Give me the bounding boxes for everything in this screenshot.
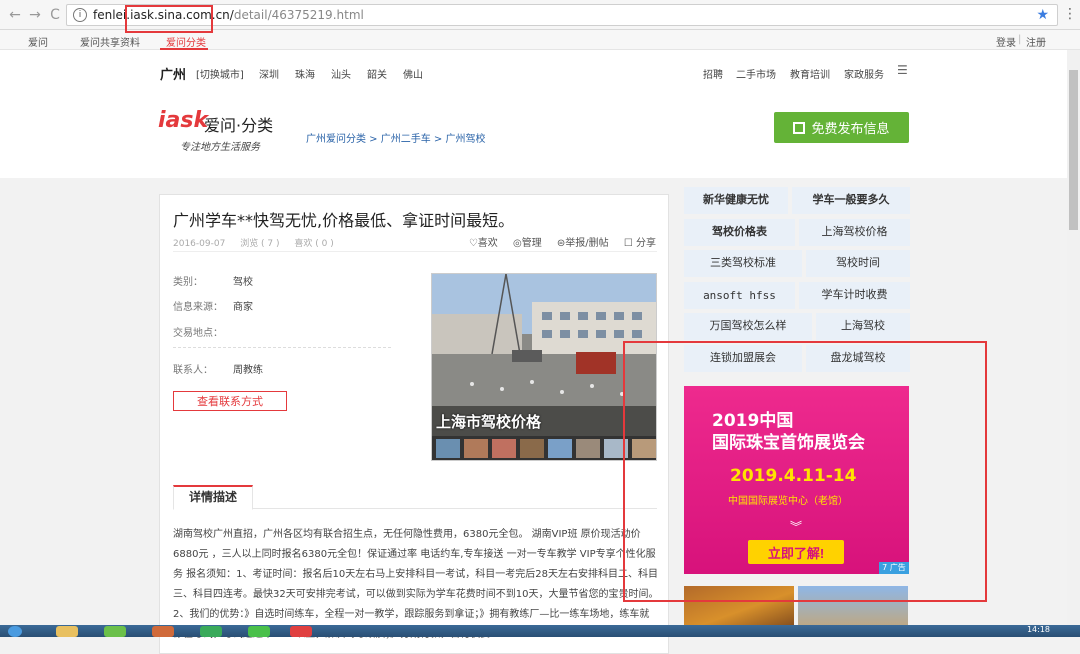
clock: 14:18 — [1026, 625, 1050, 634]
like-count: 喜欢 ( 0 ) — [294, 239, 334, 249]
app-icon[interactable] — [152, 626, 174, 637]
logo-mark: iask — [158, 108, 209, 133]
breadcrumb[interactable]: 广州爱问分类 > 广州二手车 > 广州驾校 — [306, 130, 485, 145]
tag-link[interactable]: 万国驾校怎么样 — [684, 313, 812, 340]
category-link[interactable]: 招聘 — [703, 66, 723, 81]
field-value: 商家 — [233, 302, 253, 313]
browser-icon[interactable] — [290, 626, 312, 637]
category-link[interactable]: 家政服务 — [844, 66, 884, 81]
thumbnail[interactable] — [492, 439, 516, 458]
nav-divider: | — [1018, 34, 1022, 45]
switch-city-link[interactable]: [切换城市] — [196, 66, 244, 81]
category-link[interactable]: 二手市场 — [736, 66, 776, 81]
os-taskbar: 14:18 — [0, 625, 1080, 637]
tag-link[interactable]: 三类驾校标准 — [684, 250, 802, 277]
logo-slogan: 专注地方生活服务 — [180, 142, 260, 153]
report-button[interactable]: ⊜举报/删帖 — [557, 238, 609, 249]
tag-link[interactable]: 上海驾校 — [816, 313, 910, 340]
city-link[interactable]: 汕头 — [331, 66, 351, 81]
current-city: 广州 — [160, 68, 187, 83]
thumbnail[interactable] — [548, 439, 572, 458]
divider — [173, 251, 657, 252]
category-link[interactable]: 教育培训 — [790, 66, 830, 81]
article-meta: 2016-09-07 浏览 ( 7 ) 喜欢 ( 0 ) — [173, 236, 346, 249]
share-button[interactable]: ☐ 分享 — [624, 238, 656, 249]
info-icon[interactable]: i — [73, 8, 87, 22]
logo-text: 爱问·分类 — [204, 116, 274, 135]
folder-icon[interactable] — [56, 626, 78, 637]
site-top-nav: 爱问 爱问共享资料 爱问分类 登录 | 注册 — [0, 30, 1080, 50]
city-link[interactable]: 韶关 — [367, 66, 387, 81]
post-date: 2016-09-07 — [173, 239, 226, 249]
nav-link-classified[interactable]: 爱问分类 — [166, 34, 206, 49]
tab-details[interactable]: 详情描述 — [173, 485, 253, 510]
tag-link[interactable]: 驾校时间 — [806, 250, 910, 277]
app-icon[interactable] — [104, 626, 126, 637]
nav-link-iask[interactable]: 爱问 — [28, 34, 48, 49]
field-value: 驾校 — [233, 277, 253, 288]
tag-link[interactable]: 驾校价格表 — [684, 219, 795, 246]
more-menu-icon[interactable]: ☰ — [897, 63, 908, 77]
nav-link-share[interactable]: 爱问共享资料 — [80, 34, 140, 49]
publish-label: 免费发布信息 — [811, 121, 890, 136]
article-card: 广州学车**快驾无忧,价格最低、拿证时间最短。 2016-09-07 浏览 ( … — [159, 194, 669, 654]
city-link[interactable]: 深圳 — [259, 66, 279, 81]
reload-icon[interactable]: C — [46, 6, 64, 24]
field-label: 类别： — [173, 277, 203, 288]
tag-link[interactable]: 学车一般要多久 — [792, 187, 910, 214]
bookmark-star-icon[interactable]: ★ — [1036, 7, 1049, 23]
back-icon[interactable]: ← — [6, 6, 24, 24]
page-header: 广州 [切换城市] 深圳 珠海 汕头 韶关 佛山 招聘 二手市场 教育培训 家政… — [0, 50, 1080, 178]
highlight-box — [623, 341, 987, 602]
address-bar[interactable]: i fenlei.iask.sina.com.cn/detail/4637521… — [66, 4, 1058, 26]
city-link[interactable]: 佛山 — [403, 66, 423, 81]
scrollbar[interactable] — [1067, 50, 1080, 625]
photo-caption: 上海市驾校价格 — [436, 413, 542, 431]
thumbnail[interactable] — [436, 439, 460, 458]
edit-icon — [793, 122, 806, 134]
forward-icon[interactable]: → — [26, 6, 44, 24]
login-link[interactable]: 登录 — [996, 34, 1016, 49]
view-count: 浏览 ( 7 ) — [240, 239, 280, 249]
highlight-box — [125, 5, 213, 33]
field-label: 交易地点： — [173, 328, 223, 339]
publish-button[interactable]: 免费发布信息 — [774, 112, 909, 143]
city-link[interactable]: 珠海 — [295, 66, 315, 81]
thumbnail[interactable] — [576, 439, 600, 458]
like-button[interactable]: ♡喜欢 — [469, 238, 498, 249]
tag-link[interactable]: ansoft hfss — [684, 282, 795, 309]
tab-bar: 详情描述 — [173, 485, 657, 510]
iask-logo[interactable]: iask 爱问·分类 专注地方生活服务 — [158, 106, 288, 153]
register-link[interactable]: 注册 — [1026, 34, 1046, 49]
divider — [173, 347, 391, 348]
browser-menu-icon[interactable]: ⋮ — [1063, 6, 1077, 22]
article-actions: ♡喜欢 ◎管理 ⊜举报/删帖 ☐ 分享 — [457, 234, 656, 249]
field-label: 信息来源： — [173, 302, 223, 313]
view-contact-button[interactable]: 查看联系方式 — [173, 391, 287, 411]
wechat-icon[interactable] — [248, 626, 270, 637]
page-title: 广州学车**快驾无忧,价格最低、拿证时间最短。 — [173, 211, 515, 230]
field-label: 联系人： — [173, 365, 213, 376]
tag-link[interactable]: 学车计时收费 — [799, 282, 910, 309]
app-icon[interactable] — [200, 626, 222, 637]
thumbnail[interactable] — [464, 439, 488, 458]
url-path: detail/46375219.html — [233, 8, 364, 22]
start-icon[interactable] — [8, 626, 22, 637]
tag-link[interactable]: 新华健康无忧 — [684, 187, 788, 214]
thumbnail[interactable] — [520, 439, 544, 458]
tag-link[interactable]: 上海驾校价格 — [799, 219, 910, 246]
field-value: 周教练 — [233, 365, 263, 376]
scrollbar-thumb[interactable] — [1069, 70, 1078, 230]
manage-button[interactable]: ◎管理 — [513, 238, 542, 249]
